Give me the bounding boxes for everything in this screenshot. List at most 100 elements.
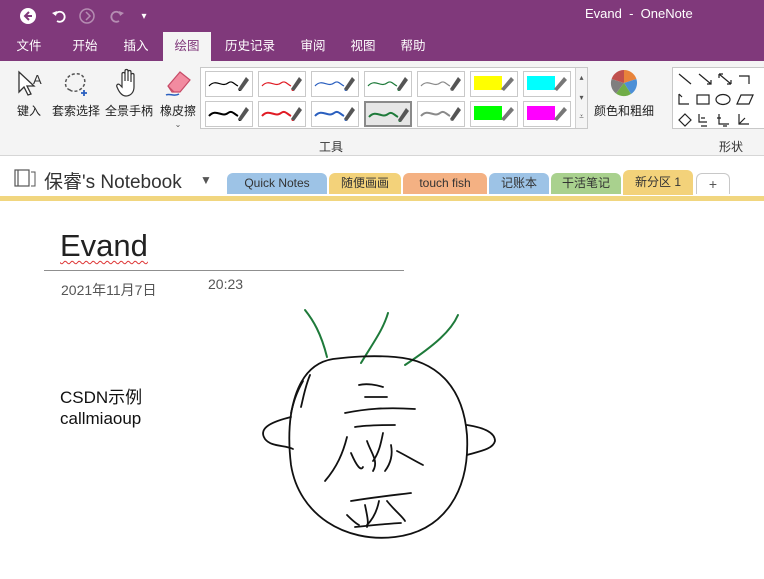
lasso-select-button[interactable]: 套索选择: [51, 65, 101, 125]
highlighter-icon: [474, 76, 514, 91]
double-arrow-shape-icon[interactable]: [718, 73, 732, 85]
pen-swatch[interactable]: [258, 101, 306, 127]
tab-file[interactable]: 文件: [4, 32, 54, 61]
ribbon: A 键入 套索选择 全景手柄 橡皮擦 ⌄ ▴ ▾ ⩡ 颜色和粗细 工具 形状: [0, 61, 764, 156]
highlighter-icon: [474, 106, 514, 121]
svg-text:A: A: [33, 72, 42, 87]
type-cursor-icon: A: [18, 70, 42, 96]
axes-shape-icon[interactable]: [738, 114, 749, 125]
pen-swatch[interactable]: [417, 101, 465, 127]
pen-icon: [314, 77, 355, 91]
gallery-down-icon[interactable]: ▾: [576, 88, 587, 108]
highlighter-icon: [527, 106, 567, 121]
pen-swatch[interactable]: [470, 101, 518, 127]
section-tab-work-notes[interactable]: 干活笔记: [551, 173, 621, 194]
panning-hand-button[interactable]: 全景手柄: [104, 65, 154, 125]
color-thickness-button[interactable]: 颜色和粗细: [592, 65, 656, 125]
pen-swatch[interactable]: [205, 101, 253, 127]
pen-swatch[interactable]: [311, 71, 359, 97]
pen-icon: [367, 77, 408, 91]
pen-icon: [208, 107, 249, 121]
lasso-icon: [64, 73, 87, 96]
tab-review[interactable]: 审阅: [290, 32, 336, 61]
eraser-button[interactable]: 橡皮擦 ⌄: [155, 65, 201, 129]
type-button[interactable]: A 键入: [5, 65, 53, 125]
pen-swatch[interactable]: [205, 71, 253, 97]
section-color-strip: [0, 196, 764, 201]
hand-icon: [116, 68, 135, 97]
tab-draw[interactable]: 绘图: [163, 32, 211, 61]
ink-drawing[interactable]: [255, 305, 505, 545]
color-thickness-label: 颜色和粗细: [593, 104, 654, 118]
title-divider: [44, 270, 404, 271]
pen-swatch[interactable]: [364, 71, 412, 97]
page-date: 2021年11月7日: [61, 282, 157, 298]
page-title-text: Evand: [60, 228, 148, 263]
rectangle-shape-icon[interactable]: [696, 94, 710, 105]
back-icon[interactable]: [18, 6, 38, 26]
axis3d-shape-icon[interactable]: [717, 114, 729, 127]
pen-swatch[interactable]: [523, 101, 571, 127]
page-time: 20:23: [208, 276, 244, 292]
pen-icon: [420, 77, 461, 91]
section-tab-quick-notes[interactable]: Quick Notes: [227, 173, 327, 194]
eraser-icon: [165, 71, 191, 96]
section-tab-doodles[interactable]: 随便画画: [329, 173, 401, 194]
notebook-name[interactable]: 保睿's Notebook: [44, 167, 182, 194]
arrow-shape-icon[interactable]: [698, 73, 712, 85]
shapes-gallery: [672, 67, 764, 129]
panning-hand-label: 全景手柄: [104, 104, 153, 118]
pen-swatch[interactable]: [470, 71, 518, 97]
notebook-bar: 保睿's Notebook ▼ Quick Notes 随便画画 touch f…: [0, 156, 764, 196]
section-tab-new-section-1[interactable]: 新分区 1: [623, 170, 693, 195]
parallelogram-shape-icon[interactable]: [736, 94, 754, 105]
shapes-group-label: 形状: [719, 140, 744, 154]
elbow-shape-icon[interactable]: [739, 75, 750, 84]
eraser-label: 橡皮擦: [159, 104, 196, 118]
gallery-scrollbar[interactable]: ▴ ▾ ⩡: [575, 68, 587, 128]
customize-quick-access-icon[interactable]: ▾: [134, 6, 154, 26]
pen-swatch[interactable]: [523, 71, 571, 97]
pen-icon: [368, 108, 409, 122]
pen-swatch[interactable]: [417, 71, 465, 97]
axis-shape-icon[interactable]: [678, 93, 689, 105]
tab-history[interactable]: 历史记录: [216, 32, 284, 61]
pen-icon: [261, 107, 302, 121]
forward-icon: [77, 6, 97, 26]
gallery-more-icon[interactable]: ⩡: [576, 108, 587, 128]
tools-group-label: 工具: [319, 140, 344, 154]
type-label: 键入: [16, 104, 41, 118]
pen-icon: [261, 77, 302, 91]
note-line-2[interactable]: callmiaoup: [60, 409, 141, 429]
window-title: Evand - OneNote: [585, 6, 693, 21]
tab-insert[interactable]: 插入: [111, 32, 161, 61]
undo-icon[interactable]: [49, 6, 69, 26]
pen-swatch[interactable]: [311, 101, 359, 127]
page-title[interactable]: Evand: [60, 228, 148, 264]
gallery-up-icon[interactable]: ▴: [576, 68, 587, 88]
section-tab-ledger[interactable]: 记账本: [489, 173, 549, 194]
title-bar: ▾ Evand - OneNote: [0, 0, 764, 32]
pen-icon: [208, 77, 249, 91]
tab-help[interactable]: 帮助: [390, 32, 436, 61]
redo-icon: [107, 6, 127, 26]
graph-shape-icon[interactable]: [698, 114, 707, 127]
line-shape-icon[interactable]: [678, 73, 692, 85]
pen-swatch[interactable]: [364, 101, 412, 127]
pen-swatch[interactable]: [258, 71, 306, 97]
pen-icon: [314, 107, 355, 121]
notebook-dropdown-icon[interactable]: ▼: [200, 173, 212, 187]
menu-bar: 文件 开始 插入 绘图 历史记录 审阅 视图 帮助: [0, 32, 764, 61]
ellipse-shape-icon[interactable]: [715, 93, 731, 106]
tab-view[interactable]: 视图: [340, 32, 386, 61]
highlighter-icon: [527, 76, 567, 91]
diamond-shape-icon[interactable]: [678, 113, 692, 127]
pen-icon: [420, 107, 461, 121]
add-section-button[interactable]: +: [696, 173, 730, 194]
tab-home[interactable]: 开始: [60, 32, 110, 61]
lasso-select-label: 套索选择: [51, 104, 100, 118]
color-wheel-icon: [610, 69, 638, 97]
section-tab-touch-fish[interactable]: touch fish: [403, 173, 487, 194]
note-line-1[interactable]: CSDN示例: [60, 383, 142, 408]
eraser-dropdown-icon[interactable]: ⌄: [155, 120, 201, 129]
